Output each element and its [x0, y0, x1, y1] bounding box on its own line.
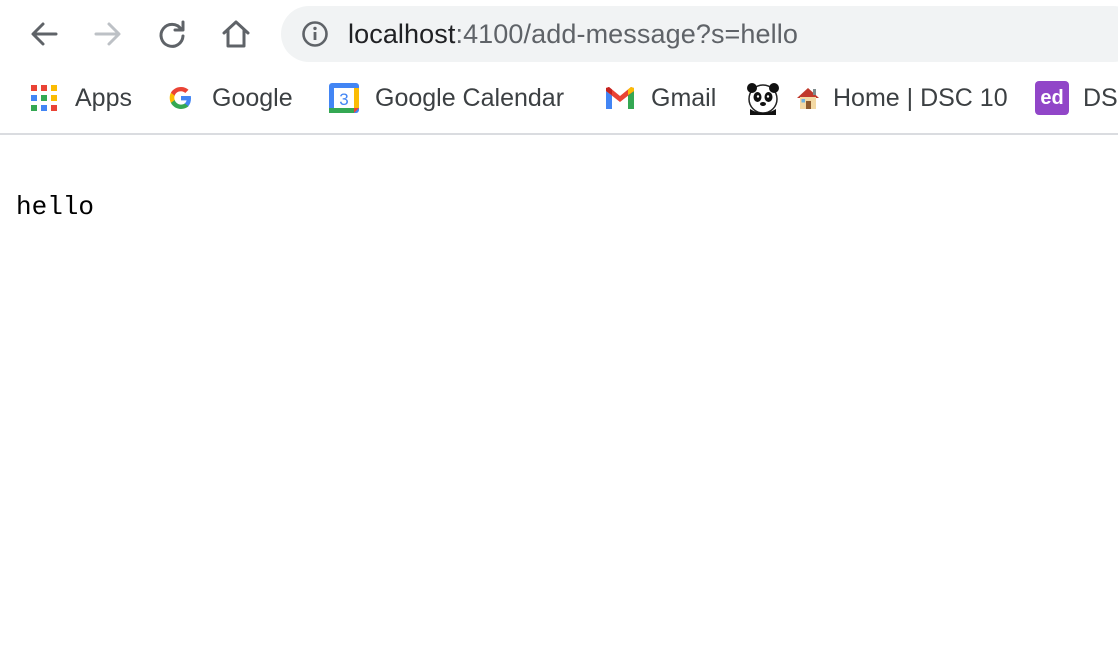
bookmarks-bar: Apps Google 3 Google Calendar Gmail Home… — [0, 68, 1118, 134]
url-host: localhost — [348, 19, 456, 49]
arrow-left-icon — [31, 22, 58, 46]
url-text[interactable]: localhost:4100/add-message?s=hello — [348, 6, 798, 62]
browser-toolbar: localhost:4100/add-message?s=hello — [0, 0, 1118, 68]
bookmark-label: Apps — [75, 83, 132, 112]
bookmark-apps[interactable]: Apps — [27, 68, 132, 128]
url-path: :4100/add-message?s=hello — [455, 19, 798, 49]
home-button[interactable] — [216, 14, 256, 54]
ed-icon: ed — [1035, 81, 1069, 115]
bookmark-label: Google — [212, 83, 293, 112]
bookmark-google[interactable]: Google — [164, 68, 293, 128]
bookmark-gmail[interactable]: Gmail — [603, 68, 716, 128]
ed-badge-text: ed — [1040, 86, 1064, 109]
page-message: hello — [16, 192, 95, 222]
calendar-day-number: 3 — [339, 90, 348, 109]
bookmark-label: Home | DSC 10 — [833, 83, 1008, 112]
bookmark-label: Google Calendar — [375, 83, 565, 112]
reload-icon — [159, 20, 185, 48]
google-icon — [169, 87, 191, 109]
bookmark-label: DS — [1083, 83, 1118, 112]
bookmark-label: Gmail — [651, 83, 717, 112]
google-calendar-icon: 3 — [329, 83, 359, 113]
arrow-right-icon — [94, 22, 121, 46]
address-bar[interactable]: localhost:4100/add-message?s=hello — [281, 6, 1118, 62]
apps-grid-icon — [31, 85, 57, 111]
bookmark-ed-ds[interactable]: ed DS — [1035, 68, 1118, 128]
house-icon — [797, 88, 819, 109]
panda-icon — [747, 83, 779, 115]
info-icon[interactable] — [301, 20, 329, 48]
gmail-icon — [606, 87, 634, 109]
toolbar-divider — [0, 133, 1118, 135]
home-icon — [222, 20, 250, 48]
forward-button[interactable] — [88, 14, 128, 54]
reload-button[interactable] — [152, 14, 192, 54]
bookmark-home-dsc10[interactable]: Home | DSC 10 — [795, 68, 1008, 128]
bookmark-google-calendar[interactable]: 3 Google Calendar — [327, 68, 564, 128]
back-button[interactable] — [24, 14, 64, 54]
bookmark-panda[interactable] — [746, 68, 780, 128]
